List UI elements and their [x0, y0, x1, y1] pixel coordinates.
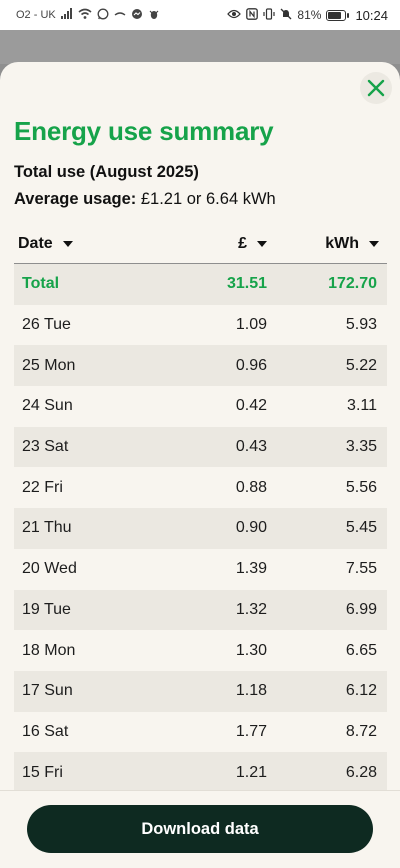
- table-row: 18 Mon 1.30 6.65: [14, 630, 387, 671]
- row-date: 23 Sat: [22, 438, 69, 456]
- row-cost: 0.42: [235, 397, 267, 415]
- sort-cost-header[interactable]: £: [174, 235, 267, 253]
- row-date: 16 Sat: [22, 722, 69, 740]
- row-kwh: 8.72: [345, 722, 377, 740]
- battery-level: [328, 11, 342, 19]
- status-bar-right: 81% 10:24: [227, 8, 388, 23]
- row-date: 25 Mon: [22, 356, 76, 374]
- row-kwh: 3.11: [347, 397, 377, 415]
- row-date: 18 Mon: [22, 641, 76, 659]
- row-date: 19 Tue: [22, 600, 71, 618]
- total-row: Total 31.51 172.70: [14, 264, 387, 305]
- vibrate-icon: [263, 7, 276, 23]
- clock: 10:24: [355, 7, 388, 23]
- total-use-heading: Total use (August 2025): [14, 163, 199, 181]
- row-date: 17 Sun: [22, 682, 73, 700]
- row-cost: 1.32: [235, 600, 267, 618]
- usage-table: Date £ kWh Total 31.51 172.70 26 Tue 1.0…: [14, 224, 387, 793]
- table-row: 22 Fri 0.88 5.56: [14, 467, 387, 508]
- dash-icon: [114, 10, 126, 21]
- row-cost: 1.21: [235, 763, 267, 781]
- sort-kwh-header[interactable]: kWh: [267, 235, 387, 253]
- table-row: 16 Sat 1.77 8.72: [14, 712, 387, 753]
- average-usage-value: £1.21 or 6.64 kWh: [140, 190, 276, 208]
- row-cost: 0.96: [235, 356, 267, 374]
- messenger-icon: [131, 8, 143, 23]
- table-row: 19 Tue 1.32 6.99: [14, 589, 387, 631]
- row-kwh: 6.28: [345, 763, 377, 781]
- average-usage-label: Average usage:: [14, 190, 137, 208]
- sort-date-header[interactable]: Date: [14, 235, 174, 253]
- battery-percent: 81%: [297, 8, 322, 22]
- row-date: 21 Thu: [22, 519, 72, 537]
- row-date: 15 Fri: [22, 763, 63, 781]
- backdrop-overlay[interactable]: [0, 30, 400, 64]
- battery-icon: [326, 9, 350, 21]
- nfc-icon: [246, 7, 259, 23]
- eye-icon: [227, 9, 242, 22]
- row-kwh: 5.45: [345, 519, 377, 537]
- row-cost: 1.09: [235, 316, 267, 334]
- table-header: Date £ kWh: [14, 224, 387, 264]
- carrier-label: O2 - UK: [16, 9, 56, 21]
- row-cost: 0.90: [235, 519, 267, 537]
- row-date: 24 Sun: [22, 397, 73, 415]
- sheet-footer: Download data: [0, 790, 400, 868]
- close-icon: [367, 79, 385, 97]
- row-cost: 1.39: [235, 560, 267, 578]
- row-kwh: 7.55: [345, 560, 377, 578]
- total-label: Total: [22, 275, 60, 293]
- table-row: 21 Thu 0.90 5.45: [14, 508, 387, 549]
- mute-icon: [280, 8, 292, 23]
- average-usage: Average usage: £1.21 or 6.64 kWh: [14, 190, 276, 209]
- status-bar-left: O2 - UK: [16, 8, 160, 23]
- status-bar: O2 - UK 81% 10:24: [0, 0, 400, 30]
- chevron-down-icon: [369, 240, 379, 247]
- row-kwh: 6.99: [345, 600, 377, 618]
- download-data-button[interactable]: Download data: [27, 805, 373, 853]
- chevron-down-icon: [62, 240, 73, 247]
- table-row: 26 Tue 1.09 5.93: [14, 305, 387, 346]
- table-row: 15 Fri 1.21 6.28: [14, 752, 387, 793]
- table-row: 17 Sun 1.18 6.12: [14, 670, 387, 712]
- row-kwh: 6.65: [345, 641, 377, 659]
- row-cost: 0.88: [235, 478, 267, 496]
- close-button[interactable]: [360, 72, 392, 104]
- wifi-icon: [78, 8, 92, 22]
- row-kwh: 6.12: [345, 682, 377, 700]
- table-row: 20 Wed 1.39 7.55: [14, 549, 387, 590]
- row-cost: 1.18: [235, 682, 267, 700]
- row-kwh: 3.35: [345, 438, 377, 456]
- chevron-down-icon: [257, 240, 267, 247]
- table-row: 25 Mon 0.96 5.22: [14, 345, 387, 387]
- total-kwh: 172.70: [328, 275, 377, 293]
- row-date: 26 Tue: [22, 316, 71, 334]
- row-kwh: 5.93: [345, 316, 377, 334]
- kwh-header-label: kWh: [325, 234, 359, 252]
- whatsapp-icon: [97, 8, 109, 23]
- table-row: 23 Sat 0.43 3.35: [14, 426, 387, 468]
- row-kwh: 5.22: [345, 356, 377, 374]
- energy-summary-sheet: Energy use summary Total use (August 202…: [0, 62, 400, 868]
- bug-icon: [148, 8, 160, 23]
- row-cost: 1.77: [235, 722, 267, 740]
- row-kwh: 5.56: [345, 478, 377, 496]
- row-cost: 0.43: [235, 438, 267, 456]
- signal-icon: [60, 8, 73, 22]
- page-title: Energy use summary: [14, 116, 274, 146]
- date-header-label: Date: [18, 234, 53, 252]
- row-date: 20 Wed: [22, 560, 77, 578]
- row-date: 22 Fri: [22, 478, 63, 496]
- row-cost: 1.30: [235, 641, 267, 659]
- table-row: 24 Sun 0.42 3.11: [14, 386, 387, 427]
- cost-header-label: £: [238, 234, 247, 252]
- total-cost: 31.51: [226, 275, 267, 293]
